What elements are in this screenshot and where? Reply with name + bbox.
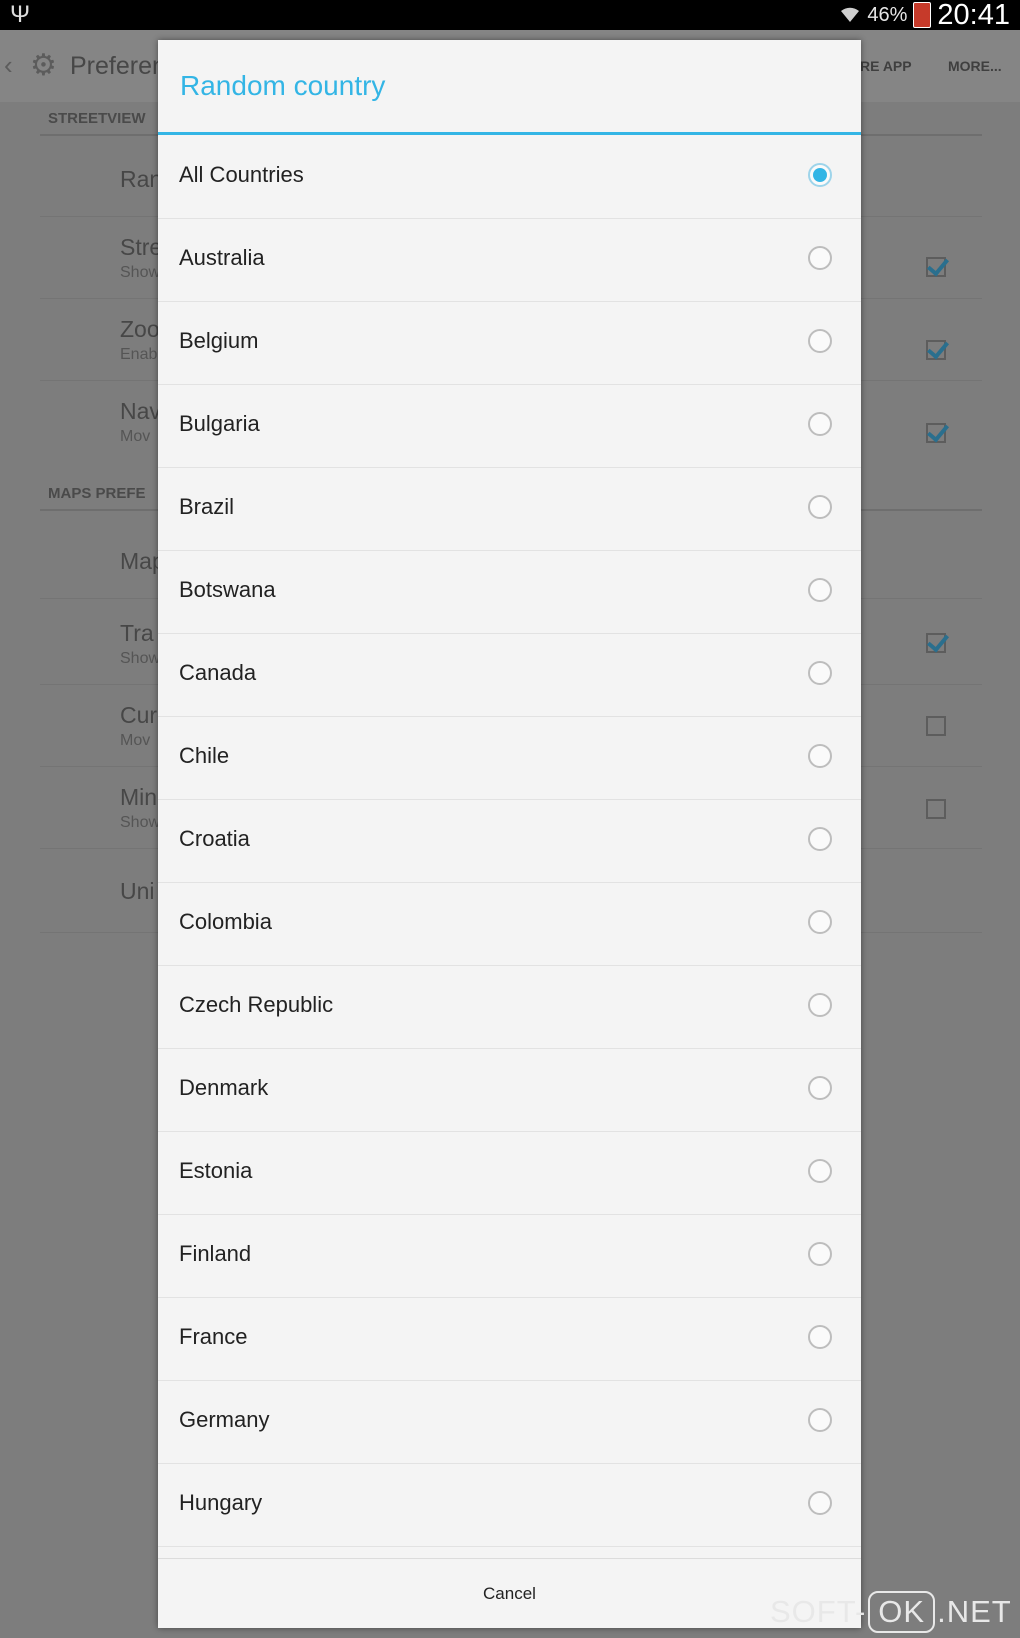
pref-checkbox[interactable] — [926, 799, 946, 819]
radio-button[interactable] — [808, 1076, 832, 1100]
pref-row-title[interactable]: Uni — [120, 878, 155, 905]
pref-checkbox[interactable] — [926, 423, 946, 443]
action-more[interactable]: MORE... — [948, 58, 1002, 74]
pref-row-title[interactable]: Nav — [120, 398, 161, 425]
radio-button[interactable] — [808, 993, 832, 1017]
radio-button[interactable] — [808, 910, 832, 934]
country-option[interactable]: Botswana — [158, 551, 861, 634]
radio-button[interactable] — [808, 827, 832, 851]
country-option[interactable]: Belgium — [158, 302, 861, 385]
country-option-label: Chile — [179, 743, 230, 768]
radio-button[interactable] — [808, 495, 832, 519]
country-option-label: Estonia — [179, 1158, 253, 1183]
radio-button[interactable] — [808, 661, 832, 685]
country-option-label: Belgium — [179, 328, 259, 353]
radio-button[interactable] — [808, 578, 832, 602]
pref-checkbox[interactable] — [926, 633, 946, 653]
pref-row-title[interactable]: Zoo — [120, 316, 160, 343]
pref-row-subtitle: Show — [120, 814, 161, 831]
country-option[interactable]: France — [158, 1298, 861, 1381]
country-option-label: Hungary — [179, 1490, 263, 1515]
radio-button[interactable] — [808, 1159, 832, 1183]
pref-row-subtitle: Show — [120, 650, 161, 667]
cancel-button[interactable]: Cancel — [158, 1559, 861, 1628]
radio-button[interactable] — [808, 1325, 832, 1349]
radio-button[interactable] — [808, 246, 832, 270]
battery-icon — [913, 2, 932, 28]
pref-row-subtitle: Show — [120, 264, 161, 281]
wifi-icon — [841, 7, 860, 22]
pref-row-subtitle: Mov — [120, 428, 151, 445]
country-option-label: Brazil — [179, 494, 235, 519]
action-rate-app[interactable]: RE APP — [860, 58, 912, 74]
watermark-right: .NET — [937, 1594, 1012, 1629]
country-option[interactable]: All Countries — [158, 136, 861, 219]
pref-row-title[interactable]: Cur — [120, 702, 157, 729]
country-option-label: Germany — [179, 1407, 270, 1432]
country-option[interactable]: Finland — [158, 1215, 861, 1298]
watermark-mid: OK — [868, 1591, 936, 1633]
clock: 20:41 — [937, 0, 1010, 31]
pref-row-subtitle: Mov — [120, 732, 151, 749]
country-option-label: All Countries — [179, 162, 304, 187]
country-option-label: Colombia — [179, 909, 272, 934]
country-options-list: All Countries Australia Belgium Bulgaria… — [158, 136, 861, 1547]
pref-checkbox[interactable] — [926, 340, 946, 360]
dialog-title: Random country — [180, 70, 386, 101]
radio-button[interactable] — [808, 1408, 832, 1432]
country-option[interactable]: Bulgaria — [158, 385, 861, 468]
radio-button[interactable] — [808, 744, 832, 768]
pref-row-title[interactable]: Ran — [120, 166, 162, 193]
country-option-label: Canada — [179, 660, 257, 685]
title-divider — [158, 132, 861, 135]
country-option[interactable]: Chile — [158, 717, 861, 800]
country-option[interactable]: Hungary — [158, 1464, 861, 1547]
pref-row-title[interactable]: Stre — [120, 234, 162, 261]
radio-button[interactable] — [808, 1242, 832, 1266]
screen-title: Preferen — [70, 52, 166, 80]
pref-row-title[interactable]: Min — [120, 784, 157, 811]
radio-button-checked[interactable] — [808, 163, 832, 187]
pref-checkbox[interactable] — [926, 716, 946, 736]
country-option[interactable]: Czech Republic — [158, 966, 861, 1049]
country-option[interactable]: Croatia — [158, 800, 861, 883]
usb-icon: Ψ — [10, 1, 31, 28]
back-icon[interactable]: ‹ — [4, 50, 13, 81]
radio-button[interactable] — [808, 329, 832, 353]
section-header-maps: MAPS PREFE — [48, 485, 146, 502]
country-option[interactable]: Colombia — [158, 883, 861, 966]
status-bar: Ψ 46% 20:41 — [0, 0, 1020, 31]
country-option-label: Australia — [179, 245, 265, 270]
pref-row-subtitle: Enab — [120, 346, 158, 363]
radio-button[interactable] — [808, 1491, 832, 1515]
country-option[interactable]: Germany — [158, 1381, 861, 1464]
country-option-label: Denmark — [179, 1075, 269, 1100]
gear-icon: ⚙ — [30, 49, 57, 82]
country-option[interactable]: Estonia — [158, 1132, 861, 1215]
battery-percent: 46% — [867, 3, 908, 26]
watermark-left: SOFT- — [770, 1594, 867, 1629]
status-right: 46% 20:41 — [839, 0, 1010, 31]
country-option-label: Finland — [179, 1241, 252, 1266]
country-option-label: Croatia — [179, 826, 250, 851]
country-option[interactable]: Canada — [158, 634, 861, 717]
country-option-label: France — [179, 1324, 248, 1349]
country-option[interactable]: Brazil — [158, 468, 861, 551]
country-option[interactable]: Australia — [158, 219, 861, 302]
random-country-dialog: Random country All Countries Australia B… — [158, 40, 861, 1628]
radio-button[interactable] — [808, 412, 832, 436]
pref-row-title[interactable]: Tra — [120, 620, 154, 647]
watermark: SOFT- OK .NET — [770, 1590, 1012, 1634]
pref-checkbox[interactable] — [926, 257, 946, 277]
country-option[interactable]: Denmark — [158, 1049, 861, 1132]
country-option-label: Bulgaria — [179, 411, 260, 436]
country-option-label: Czech Republic — [179, 992, 334, 1017]
section-header-streetview: STREETVIEW — [48, 110, 146, 127]
country-option-label: Botswana — [179, 577, 276, 602]
